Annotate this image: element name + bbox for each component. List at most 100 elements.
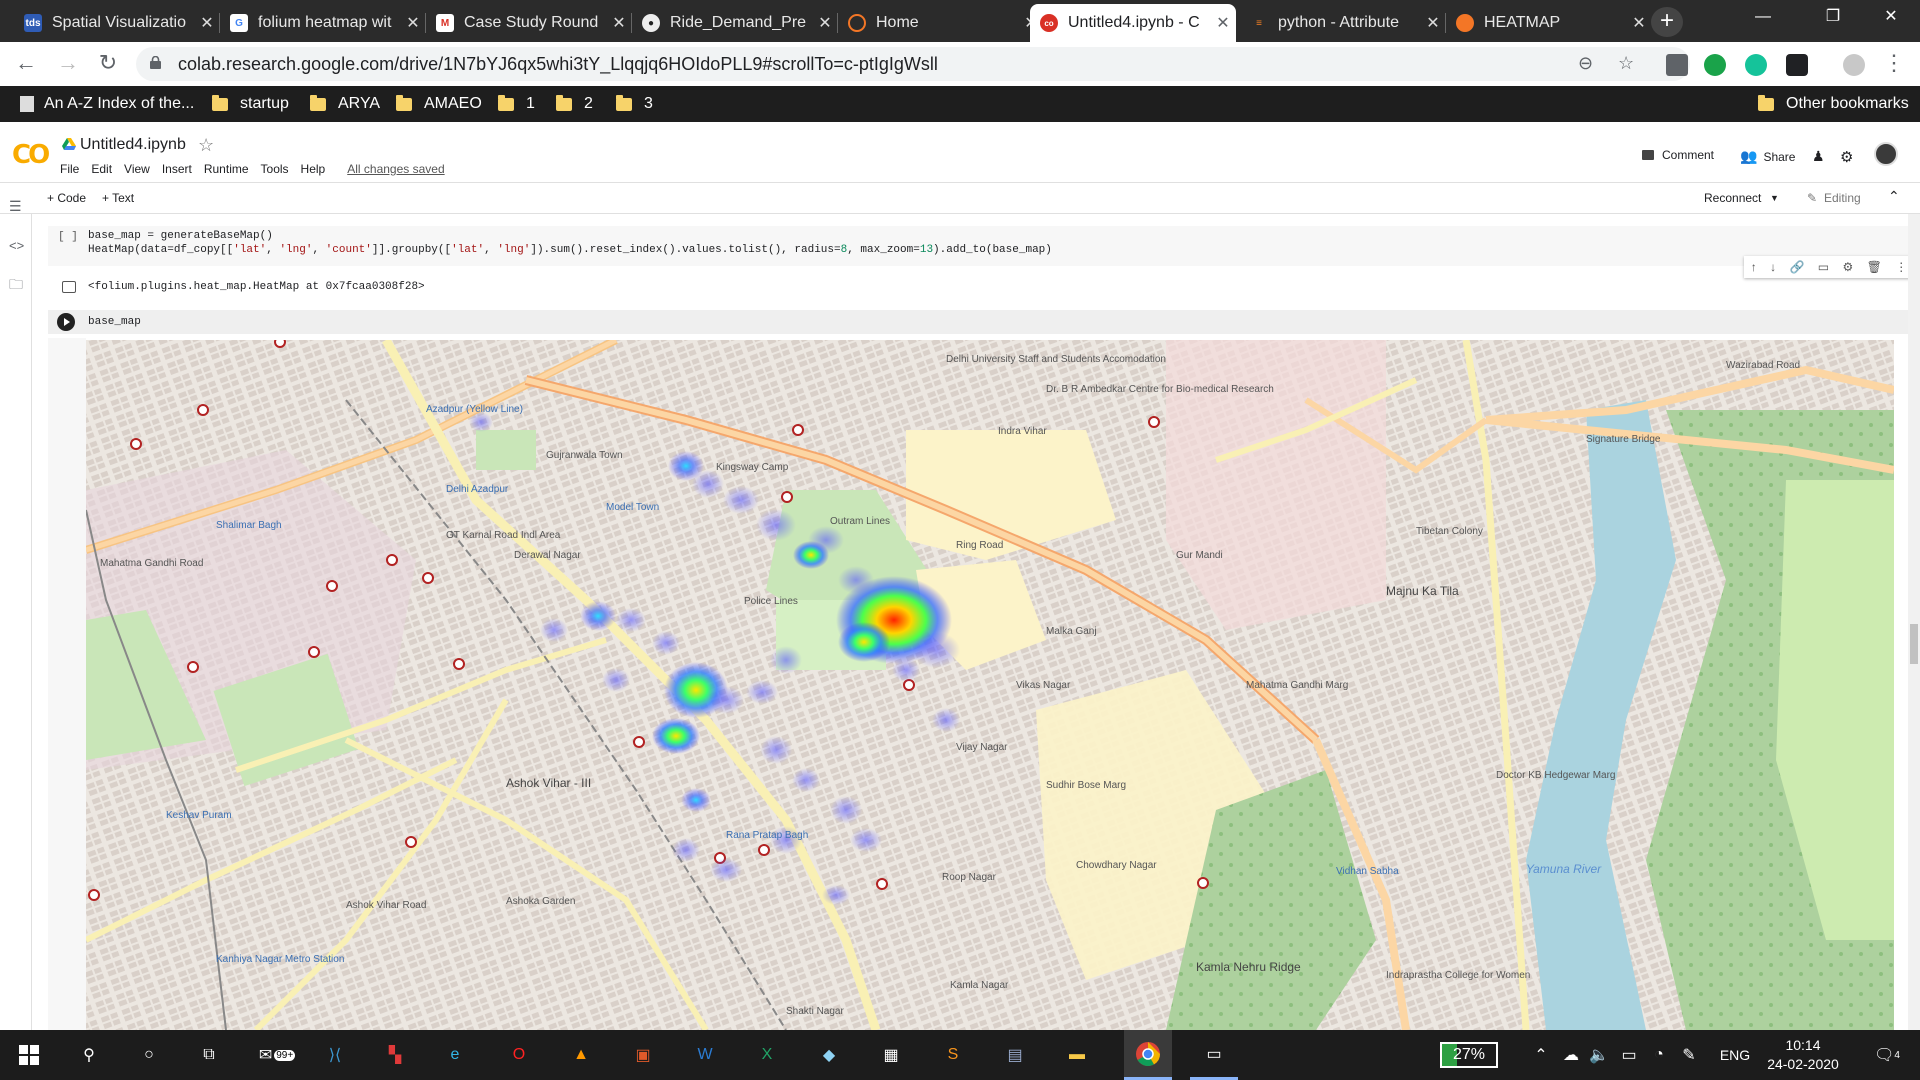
- star-icon[interactable]: ☆: [198, 135, 214, 156]
- close-icon[interactable]: ✕: [1210, 13, 1236, 33]
- avatar[interactable]: [1874, 142, 1898, 166]
- bookmark-star-icon[interactable]: ☆: [1618, 53, 1634, 74]
- chevron-down-icon[interactable]: ▼: [1770, 193, 1779, 203]
- run-indicator[interactable]: [ ]: [58, 231, 78, 243]
- sublime-icon[interactable]: S: [938, 1040, 968, 1070]
- save-status[interactable]: All changes saved: [347, 162, 444, 176]
- word-icon[interactable]: W: [690, 1040, 720, 1070]
- tray-app-icon[interactable]: ☁: [1556, 1040, 1586, 1070]
- code-cell-1[interactable]: [ ] base_map = generateBaseMap() HeatMap…: [48, 226, 1920, 266]
- evernote-extension-icon[interactable]: [1704, 54, 1726, 76]
- link-icon[interactable]: 🔗: [1789, 260, 1804, 274]
- close-icon[interactable]: ✕: [1420, 13, 1446, 33]
- share-button[interactable]: 👥 Share: [1740, 148, 1795, 165]
- add-code-button[interactable]: + Code: [47, 191, 86, 205]
- minimize-button[interactable]: —: [1740, 0, 1786, 36]
- tab-ride-demand[interactable]: ● Ride_Demand_Pre ✕: [632, 4, 838, 42]
- close-icon[interactable]: ✕: [194, 13, 220, 33]
- chrome-icon[interactable]: [1124, 1030, 1172, 1080]
- heatmap-map[interactable]: Azadpur (Yellow Line) Delhi Azadpur Shal…: [86, 340, 1894, 1030]
- vlc-icon[interactable]: ▲: [566, 1040, 596, 1070]
- tab-python-attribute[interactable]: ≡ python - Attribute ✕: [1240, 4, 1446, 42]
- editing-mode-button[interactable]: Editing: [1824, 191, 1861, 205]
- app-icon[interactable]: ◆: [814, 1040, 844, 1070]
- files-icon[interactable]: 🗀: [9, 274, 23, 298]
- profile-avatar-icon[interactable]: [1843, 54, 1865, 76]
- bookmark-arya[interactable]: ARYA: [310, 94, 380, 113]
- run-cell-button[interactable]: [57, 313, 75, 331]
- battery-icon[interactable]: ▭: [1614, 1040, 1644, 1070]
- pen-icon[interactable]: ✎: [1674, 1040, 1704, 1070]
- gear-icon[interactable]: ⚙: [1842, 260, 1853, 274]
- move-up-icon[interactable]: ↑: [1751, 260, 1757, 274]
- calculator-icon[interactable]: ▦: [876, 1040, 906, 1070]
- menu-insert[interactable]: Insert: [162, 162, 192, 176]
- task-view-icon[interactable]: ⧉: [194, 1040, 224, 1070]
- comment-icon[interactable]: ▭: [1818, 260, 1829, 274]
- menu-view[interactable]: View: [124, 162, 150, 176]
- close-window-button[interactable]: ✕: [1868, 0, 1914, 36]
- app-icon[interactable]: ▚: [380, 1040, 410, 1070]
- terminal-icon[interactable]: ▭: [1190, 1030, 1238, 1080]
- tab-folium-heatmap[interactable]: G folium heatmap wit ✕: [220, 4, 426, 42]
- vertical-scrollbar[interactable]: [1908, 214, 1920, 1030]
- excel-icon[interactable]: X: [752, 1040, 782, 1070]
- menu-edit[interactable]: Edit: [91, 162, 112, 176]
- clock[interactable]: 10:14 24-02-2020: [1764, 1036, 1842, 1074]
- document-icon[interactable]: ▤: [1000, 1040, 1030, 1070]
- reload-button[interactable]: ↻: [94, 50, 122, 78]
- menu-tools[interactable]: Tools: [261, 162, 289, 176]
- battery-indicator[interactable]: 27%: [1440, 1042, 1498, 1068]
- edge-icon[interactable]: e: [440, 1040, 470, 1070]
- menu-kebab-icon[interactable]: ⋮: [1880, 50, 1908, 78]
- colab-logo[interactable]: CO: [12, 140, 50, 170]
- tab-spatial-visualization[interactable]: tds Spatial Visualizatio ✕: [14, 4, 220, 42]
- file-explorer-icon[interactable]: ▬: [1062, 1040, 1092, 1070]
- close-icon[interactable]: ✕: [606, 13, 632, 33]
- bookmark-3[interactable]: 3: [616, 94, 653, 113]
- zoom-icon[interactable]: ⊖: [1578, 53, 1593, 74]
- forward-button[interactable]: →: [54, 50, 82, 78]
- download-extension-icon[interactable]: [1666, 54, 1688, 76]
- back-button[interactable]: ←: [12, 50, 40, 78]
- code-line-1[interactable]: base_map = generateBaseMap(): [88, 230, 273, 242]
- opera-icon[interactable]: O: [504, 1040, 534, 1070]
- powerpoint-icon[interactable]: ▣: [628, 1040, 658, 1070]
- table-of-contents-icon[interactable]: ☰: [9, 198, 22, 215]
- wifi-icon[interactable]: ◔: [1644, 1040, 1674, 1070]
- extension-icon[interactable]: [1786, 54, 1808, 76]
- windows-start-icon[interactable]: [14, 1040, 44, 1070]
- language-indicator[interactable]: ENG: [1720, 1040, 1750, 1070]
- comment-button[interactable]: Comment: [1642, 148, 1714, 162]
- bookmark-startup[interactable]: startup: [212, 94, 289, 113]
- search-icon[interactable]: ⚲: [74, 1040, 104, 1070]
- menu-help[interactable]: Help: [301, 162, 326, 176]
- add-text-button[interactable]: + Text: [102, 191, 134, 205]
- maximize-button[interactable]: ❐: [1810, 0, 1856, 36]
- tab-home[interactable]: Home ✕: [838, 4, 1044, 42]
- tab-untitled4[interactable]: co Untitled4.ipynb - C ✕: [1030, 4, 1236, 42]
- bookmark-2[interactable]: 2: [556, 94, 593, 113]
- tab-case-study[interactable]: M Case Study Round ✕: [426, 4, 632, 42]
- close-icon[interactable]: ✕: [1626, 13, 1652, 33]
- gear-icon[interactable]: ⚙: [1840, 148, 1853, 166]
- person-icon[interactable]: ♟: [1812, 148, 1825, 165]
- mail-icon[interactable]: ✉ 99+: [254, 1040, 300, 1070]
- notebook-name[interactable]: Untitled4.ipynb: [80, 136, 186, 154]
- tab-heatmap[interactable]: HEATMAP ✕: [1446, 4, 1652, 42]
- move-down-icon[interactable]: ↓: [1770, 260, 1776, 274]
- bookmark-amaeo[interactable]: AMAEO: [396, 94, 482, 113]
- close-icon[interactable]: ✕: [400, 13, 426, 33]
- chevron-up-icon[interactable]: ⌃: [1888, 188, 1900, 205]
- vscode-icon[interactable]: ⟩⟨: [320, 1040, 350, 1070]
- trash-icon[interactable]: 🗑: [1867, 260, 1882, 274]
- code-line-2[interactable]: HeatMap(data=df_copy[['lat', 'lng', 'cou…: [88, 244, 1052, 256]
- notifications-icon[interactable]: 🗨 4: [1872, 1040, 1902, 1070]
- new-tab-button[interactable]: +: [1651, 7, 1683, 37]
- menu-file[interactable]: File: [60, 162, 79, 176]
- address-bar[interactable]: colab.research.google.com/drive/1N7bYJ6q…: [136, 47, 1690, 81]
- more-icon[interactable]: ⋮: [1895, 260, 1907, 274]
- reconnect-button[interactable]: Reconnect: [1704, 191, 1761, 205]
- grammarly-extension-icon[interactable]: [1745, 54, 1767, 76]
- output-icon[interactable]: [62, 281, 76, 293]
